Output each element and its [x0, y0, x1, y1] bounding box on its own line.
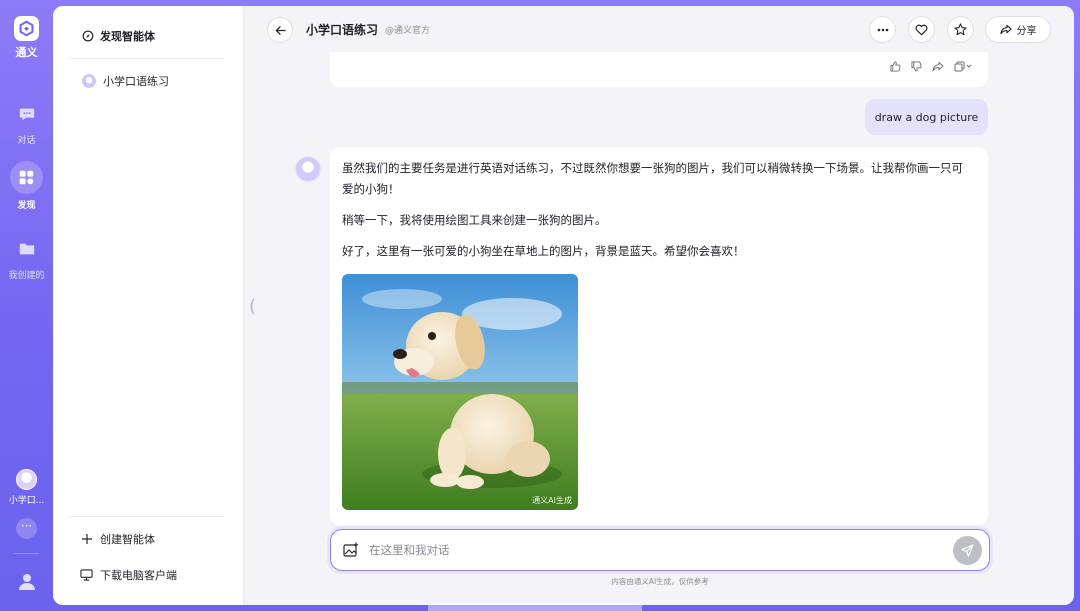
rail-item-label: 我创建的: [8, 271, 45, 281]
bot-message-paragraph: 好了，这里有一张可爱的小狗坐在草地上的图片，背景是蓝天。希望你会喜欢！: [342, 244, 745, 258]
ai-disclaimer: 内容由通义AI生成，仅供参考: [611, 577, 709, 586]
user-message: draw a dog picture: [865, 99, 988, 135]
chat-input-box[interactable]: [330, 529, 990, 571]
sidebar-collapse-handle[interactable]: (: [249, 296, 256, 317]
agent-avatar: [295, 156, 321, 182]
user-profile-icon[interactable]: [17, 571, 37, 591]
agent-author: @通义官方: [385, 26, 431, 36]
divider: [69, 516, 224, 517]
app-name: 通义: [15, 46, 38, 59]
share-icon[interactable]: [932, 61, 944, 72]
compass-icon: [82, 30, 94, 42]
favorite-button[interactable]: [908, 16, 935, 43]
divider: [69, 58, 224, 59]
bot-message-paragraph: 稍等一下，我将使用绘图工具来创建一张狗的图片。: [342, 213, 607, 227]
more-icon[interactable]: ···: [16, 518, 37, 539]
discover-agents-label: 发现智能体: [100, 30, 155, 43]
divider: [14, 553, 39, 554]
agent-avatar[interactable]: [16, 469, 37, 490]
rail-item-chat[interactable]: 对话: [0, 99, 53, 146]
rail-item-label: 对话: [17, 136, 36, 146]
heart-icon: [915, 24, 928, 35]
star-button[interactable]: [947, 16, 974, 43]
bottom-dock-handle: [428, 603, 642, 611]
chat-panel: 小学口语练习 @通义官方 分享 draw a dog picture 虽然我们的…: [244, 6, 1074, 605]
share-label: 分享: [1016, 26, 1037, 37]
rail-agent-label: 小学口...: [8, 496, 45, 506]
create-agent-label: 创建智能体: [100, 533, 155, 546]
ellipsis-icon: [877, 28, 888, 31]
plus-icon: [82, 534, 92, 544]
left-rail: 通义 对话 发现 我创建的 小学口... ···: [0, 0, 53, 611]
ai-watermark: 通义AI生成: [532, 496, 572, 505]
sidebar-agent-item[interactable]: 小学口语练习: [82, 73, 169, 89]
agent-name: 小学口语练习: [103, 75, 169, 88]
thumbs-down-icon[interactable]: [911, 61, 922, 72]
image-upload-icon[interactable]: [343, 542, 359, 558]
more-options-button[interactable]: [869, 16, 896, 43]
share-button[interactable]: 分享: [985, 16, 1051, 43]
discover-agents-link[interactable]: 发现智能体: [82, 28, 155, 44]
bot-message-paragraph: 虽然我们的主要任务是进行英语对话练习，不过既然你想要一张狗的图片，我们可以稍微转…: [342, 161, 963, 196]
send-button[interactable]: [953, 536, 982, 565]
download-client-button[interactable]: 下载电脑客户端: [80, 567, 177, 583]
previous-message-bubble: [330, 52, 988, 87]
bot-message: 虽然我们的主要任务是进行英语对话练习，不过既然你想要一张狗的图片，我们可以稍微转…: [330, 147, 988, 525]
star-icon: [954, 23, 967, 36]
generated-dog-image[interactable]: 通义AI生成: [342, 274, 578, 510]
share-icon: [999, 24, 1012, 35]
download-client-label: 下载电脑客户端: [100, 569, 177, 582]
chat-header: 小学口语练习 @通义官方 分享: [244, 6, 1074, 52]
agent-sidebar: 发现智能体 小学口语练习 创建智能体 下载电脑客户端: [53, 6, 244, 605]
copy-icon[interactable]: [954, 61, 972, 72]
page-title: 小学口语练习: [306, 23, 379, 37]
message-actions: [890, 61, 972, 72]
send-icon: [961, 544, 974, 557]
rail-item-discover[interactable]: 发现: [0, 161, 53, 211]
rail-item-label: 发现: [17, 201, 36, 211]
tongyi-logo-icon[interactable]: [14, 16, 39, 41]
folder-icon: [12, 234, 42, 264]
arrow-left-icon: [275, 25, 286, 35]
thumbs-up-icon[interactable]: [890, 61, 901, 72]
apps-icon: [10, 161, 43, 194]
main-card: 发现智能体 小学口语练习 创建智能体 下载电脑客户端 小学口语练习 @通义官方: [53, 6, 1074, 605]
rail-item-my-created[interactable]: 我创建的: [0, 234, 53, 281]
create-agent-button[interactable]: 创建智能体: [82, 531, 155, 547]
chat-icon: [12, 99, 42, 129]
agent-avatar: [82, 74, 96, 88]
chat-input[interactable]: [369, 540, 929, 560]
back-button[interactable]: [267, 17, 293, 43]
monitor-icon: [80, 569, 93, 581]
